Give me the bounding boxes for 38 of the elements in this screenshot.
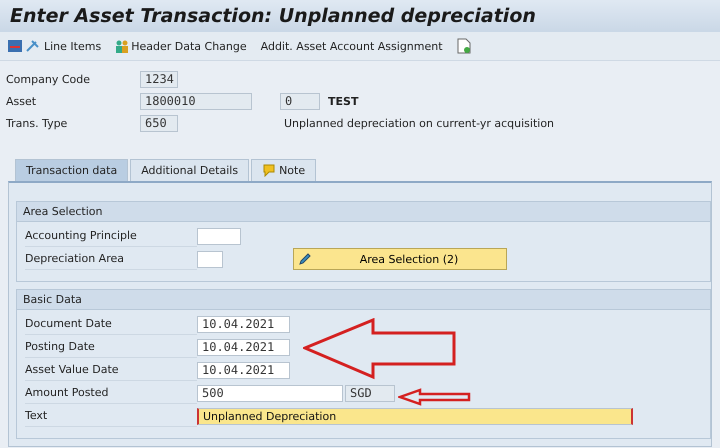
field-label: Depreciation Area [25, 252, 124, 265]
field-label: Amount Posted [25, 386, 108, 399]
toolbar-button[interactable]: Header Data Change [115, 39, 247, 53]
input-field[interactable]: 10.04.2021 [197, 316, 290, 332]
description-text: Unplanned depreciation on current-yr acquisition [284, 116, 554, 130]
readonly-field: 0 [280, 92, 320, 110]
currency-field[interactable]: SGD [345, 384, 395, 402]
field-label: Asset [6, 94, 38, 108]
description-text: TEST [328, 94, 358, 108]
group-title: Area Selection [23, 205, 103, 218]
input-field[interactable] [197, 228, 241, 244]
readonly-field[interactable]: 650 [140, 114, 178, 132]
toolbar-button[interactable]: Addit. Asset Account Assignment [260, 40, 443, 52]
window-title: Enter Asset Transaction: Unplanned depreciation [10, 5, 536, 27]
group-title: Basic Data [23, 293, 82, 306]
pencil-icon [298, 252, 312, 266]
field-label: Accounting Principle [25, 229, 137, 242]
tab[interactable]: Note [251, 159, 316, 181]
field-label: Text [25, 409, 48, 422]
field-label: Trans. Type [6, 116, 68, 130]
field-label: Company Code [6, 72, 91, 86]
tab[interactable]: Transaction data [15, 159, 128, 181]
readonly-field[interactable]: 1234 [140, 70, 178, 88]
field-label: Asset Value Date [25, 363, 119, 376]
document-icon[interactable] [456, 38, 471, 54]
text-field[interactable]: Unplanned Depreciation [197, 408, 633, 424]
people-icon [115, 39, 130, 53]
tab[interactable]: Additional Details [130, 159, 250, 181]
note-icon [262, 164, 276, 177]
input-field[interactable]: 10.04.2021 [197, 338, 290, 356]
input-field[interactable]: 10.04.2021 [197, 362, 290, 378]
area-selection-button[interactable]: Area Selection (2) [293, 248, 507, 270]
field-label: Posting Date [25, 340, 95, 353]
field-label: Document Date [25, 317, 112, 330]
input-field[interactable] [197, 250, 223, 268]
readonly-field[interactable]: 1800010 [140, 92, 252, 110]
toolbar-button[interactable]: Line Items [8, 39, 102, 53]
input-field[interactable]: 500 [197, 384, 343, 402]
